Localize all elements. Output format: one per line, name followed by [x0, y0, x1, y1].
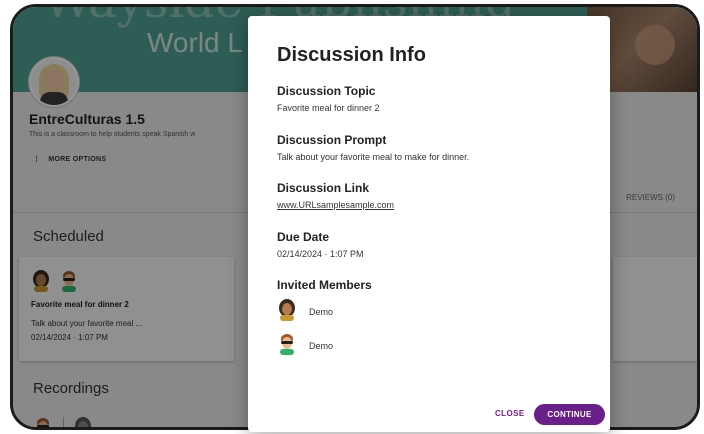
topic-label: Discussion Topic [277, 84, 376, 98]
link-label: Discussion Link [277, 181, 370, 195]
dark-hair-avatar-icon [277, 299, 297, 325]
member-item: Demo [277, 334, 333, 358]
sunglasses-avatar-icon [277, 333, 297, 359]
discussion-link[interactable]: www.URLsamplesample.com [277, 200, 394, 210]
due-date-label: Due Date [277, 230, 330, 244]
continue-button[interactable]: CONTINUE [534, 404, 605, 425]
due-date-value: 02/14/2024 · 1:07 PM [277, 249, 364, 259]
modal-title: Discussion Info [277, 44, 426, 66]
close-button[interactable]: CLOSE [495, 409, 525, 418]
prompt-value: Talk about your favorite meal to make fo… [277, 152, 470, 162]
member-name: Demo [309, 307, 334, 317]
members-label: Invited Members [277, 278, 372, 292]
discussion-info-modal: Discussion Info Discussion Topic Favorit… [248, 16, 610, 432]
member-name: Demo [309, 341, 334, 351]
prompt-label: Discussion Prompt [277, 133, 387, 147]
topic-value: Favorite meal for dinner 2 [277, 103, 380, 113]
member-item: Demo [277, 299, 334, 325]
